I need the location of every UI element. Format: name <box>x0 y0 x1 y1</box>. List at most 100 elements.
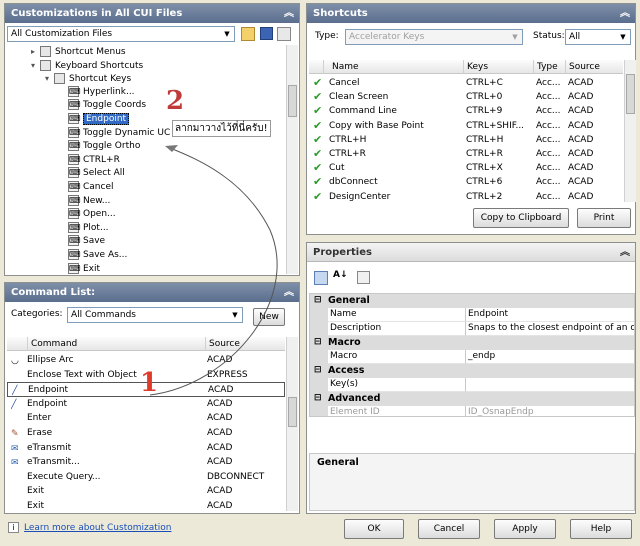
tree-item[interactable]: ▸ Shortcut Menus <box>31 45 126 58</box>
collapse-box-icon[interactable]: ⊟ <box>314 364 322 377</box>
command-row[interactable]: ✎ Erase ACAD <box>7 426 285 441</box>
column-type[interactable]: Type <box>533 60 565 74</box>
shortcut-row[interactable]: ✔ CTRL+H CTRL+H Acc... ACAD <box>309 133 623 148</box>
command-row[interactable]: ╱ Endpoint ACAD <box>7 397 285 412</box>
type-combo[interactable]: Accelerator Keys ▼ <box>345 29 523 45</box>
shortcut-row[interactable]: ✔ Cancel CTRL+C Acc... ACAD <box>309 76 623 91</box>
property-value[interactable] <box>466 378 634 392</box>
shortcut-row[interactable]: ✔ CTRL+R CTRL+R Acc... ACAD <box>309 147 623 162</box>
tree-item[interactable]: ⌨ Plot... <box>59 221 109 235</box>
tree-item[interactable]: ⌨ Cancel <box>59 181 114 194</box>
collapse-icon[interactable]: ︽ <box>284 283 294 302</box>
load-partial-icon[interactable] <box>241 27 255 41</box>
collapse-box-icon[interactable]: ⊟ <box>314 336 322 349</box>
shortcut-name: DesignCenter <box>329 191 391 202</box>
sort-az-icon[interactable]: A↓ <box>333 270 348 280</box>
property-value[interactable]: Endpoint <box>466 308 634 322</box>
command-row[interactable]: ✉ eTransmit... ACAD <box>7 455 285 470</box>
expander-icon[interactable]: ▾ <box>45 72 54 85</box>
tree-item[interactable]: ⌨ Save <box>59 235 105 248</box>
shortcut-keys: CTRL+H <box>466 134 504 145</box>
tree-item[interactable]: ⌨ Toggle Dynamic UC <box>59 126 170 140</box>
property-category[interactable]: ⊟ Advanced <box>310 392 634 406</box>
property-value[interactable]: _endp <box>466 350 634 364</box>
print-button[interactable]: Print <box>577 208 631 228</box>
chevron-down-icon[interactable]: ▼ <box>228 308 242 322</box>
command-row[interactable]: Enter ACAD <box>7 411 285 426</box>
property-category[interactable]: ⊟ General <box>310 294 634 308</box>
tree-item[interactable]: ⌨ CTRL+R <box>59 153 120 167</box>
save-icon[interactable] <box>260 27 273 40</box>
categories-combo[interactable]: All Commands ▼ <box>67 307 243 323</box>
command-row[interactable]: Exit ACAD <box>7 499 285 511</box>
tree-item[interactable]: ⌨ Endpoint <box>59 113 130 126</box>
column-command[interactable]: Command <box>27 337 205 351</box>
property-category[interactable]: ⊟ Macro <box>310 336 634 350</box>
collapse-box-icon[interactable]: ⊟ <box>314 392 322 405</box>
shortcut-row[interactable]: ✔ Copy with Base Point CTRL+SHIF... Acc... A… <box>309 119 623 134</box>
property-category[interactable]: ⊟ Access <box>310 364 634 378</box>
shortcuts-scroll-thumb[interactable] <box>626 74 635 114</box>
property-value[interactable]: Snaps to the closest endpoint of an obje… <box>466 322 634 336</box>
apply-button[interactable]: Apply <box>494 519 556 539</box>
command-scroll-thumb[interactable] <box>288 397 297 427</box>
tree-item[interactable]: ⌨ Select All <box>59 167 125 180</box>
shortcut-row[interactable]: ✔ DesignCenter CTRL+2 Acc... ACAD <box>309 190 623 202</box>
learn-more-link[interactable]: Learn more about Customization <box>24 523 171 533</box>
expander-icon[interactable]: ▸ <box>31 45 40 58</box>
tree-item[interactable]: ▾ Keyboard Shortcuts <box>31 59 143 72</box>
shortcut-row[interactable]: ✔ Command Line CTRL+9 Acc... ACAD <box>309 104 623 119</box>
ok-button[interactable]: OK <box>344 519 404 539</box>
tree-item[interactable]: ▾ Shortcut Keys <box>45 72 131 85</box>
column-source[interactable]: Source <box>565 60 623 74</box>
copy-to-clipboard-button[interactable]: Copy to Clipboard <box>473 208 569 228</box>
command-row[interactable]: Execute Query... DBCONNECT <box>7 470 285 485</box>
tree-item[interactable]: ⌨ Toggle Ortho <box>59 140 140 153</box>
collapse-icon[interactable]: ︽ <box>620 4 630 23</box>
tree-item[interactable]: ⌨ Toggle Coords <box>59 99 146 112</box>
categorized-icon[interactable] <box>314 271 328 285</box>
column-name[interactable]: Name <box>323 60 463 74</box>
chevron-down-icon[interactable]: ▼ <box>616 30 630 44</box>
tree-item[interactable]: ⌨ Save As... <box>59 249 127 262</box>
tree-scrollbar[interactable] <box>286 45 298 274</box>
property-pages-icon[interactable] <box>357 271 370 284</box>
command-row[interactable]: Exit ACAD <box>7 484 285 499</box>
help-button[interactable]: Help <box>570 519 632 539</box>
chevron-down-icon[interactable]: ▼ <box>508 30 522 44</box>
shortcut-row[interactable]: ✔ Clean Screen CTRL+0 Acc... ACAD <box>309 90 623 105</box>
command-list-scrollbar[interactable] <box>286 337 298 511</box>
new-command-button[interactable]: New <box>253 308 285 326</box>
property-row[interactable]: Description Snaps to the closest endpoint… <box>310 322 634 336</box>
column-keys[interactable]: Keys <box>463 60 533 74</box>
tree-item[interactable]: ⌨ Hyperlink... <box>59 85 135 99</box>
cui-file-combo[interactable]: All Customization Files ▼ <box>7 26 235 42</box>
collapse-icon[interactable]: ︽ <box>620 243 630 262</box>
tree-item[interactable]: ⌨ New... <box>59 194 110 208</box>
chevron-down-icon[interactable]: ▼ <box>220 27 234 41</box>
property-row[interactable]: Key(s) <box>310 378 634 392</box>
preview-icon[interactable] <box>277 27 291 41</box>
shortcut-name: Cancel <box>329 78 360 88</box>
tree-item[interactable]: ⌨ Exit <box>59 262 100 274</box>
column-source[interactable]: Source <box>205 337 285 351</box>
shortcuts-scrollbar[interactable] <box>624 60 636 202</box>
property-row[interactable]: Name Endpoint <box>310 308 634 322</box>
command-source: ACAD <box>208 385 234 396</box>
property-row[interactable]: Element ID ID_OsnapEndp <box>310 406 634 416</box>
command-row[interactable]: ✉ eTransmit ACAD <box>7 441 285 456</box>
expander-icon[interactable]: ▾ <box>31 59 40 72</box>
status-combo[interactable]: All ▼ <box>565 29 631 45</box>
cancel-button[interactable]: Cancel <box>418 519 480 539</box>
shortcut-row[interactable]: ✔ Cut CTRL+X Acc... ACAD <box>309 161 623 176</box>
key-icon: ⌨ <box>68 167 81 179</box>
property-row[interactable]: Macro _endp <box>310 350 634 364</box>
tree-item[interactable]: ⌨ Open... <box>59 208 116 221</box>
shortcut-row[interactable]: ✔ dbConnect CTRL+6 Acc... ACAD <box>309 175 623 190</box>
collapse-icon[interactable]: ︽ <box>284 4 294 23</box>
command-row[interactable]: ◡ Ellipse Arc ACAD <box>7 353 285 368</box>
command-list-header: Command Source <box>7 337 285 351</box>
collapse-box-icon[interactable]: ⊟ <box>314 294 322 307</box>
tree-scroll-thumb[interactable] <box>288 85 297 117</box>
shortcut-source: ACAD <box>568 120 594 131</box>
